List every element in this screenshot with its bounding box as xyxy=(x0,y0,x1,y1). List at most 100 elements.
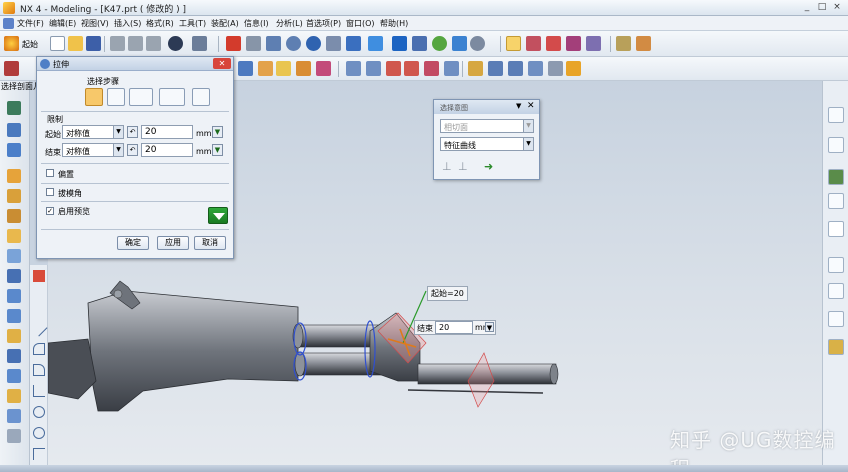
shaded-icon[interactable] xyxy=(392,36,407,51)
offset-checkbox[interactable] xyxy=(46,169,54,177)
circle-icon[interactable] xyxy=(33,406,45,418)
hole-icon[interactable] xyxy=(276,61,291,76)
tube-icon[interactable] xyxy=(7,209,21,223)
revolve-icon[interactable] xyxy=(258,61,273,76)
pocket-icon[interactable] xyxy=(316,61,331,76)
subtract-icon[interactable] xyxy=(488,61,503,76)
menu-format[interactable]: 格式(R) xyxy=(146,18,174,29)
sphere-icon[interactable] xyxy=(7,189,21,203)
paste-icon[interactable] xyxy=(146,36,161,51)
end-callout-value[interactable]: 20 xyxy=(435,321,473,334)
start-mode-select[interactable]: 对称值 ▼ xyxy=(62,125,124,139)
start-icon[interactable] xyxy=(4,36,19,51)
highlight-icon[interactable] xyxy=(546,36,561,51)
menu-preferences[interactable]: 首选项(P) xyxy=(306,18,341,29)
end-mode-select[interactable]: 对称值 ▼ xyxy=(62,143,124,157)
selection-arrow-icon[interactable] xyxy=(506,36,521,51)
ellipse-icon[interactable] xyxy=(33,427,45,439)
next-arrow-icon[interactable]: ➜ xyxy=(484,160,493,173)
hide-icon[interactable] xyxy=(566,36,581,51)
direction-step-icon[interactable] xyxy=(107,88,125,106)
zoom-window-icon[interactable] xyxy=(246,36,261,51)
camera-icon[interactable] xyxy=(470,36,485,51)
boss-icon[interactable] xyxy=(296,61,311,76)
end-callout-arrow-icon[interactable]: ▼ xyxy=(485,322,494,332)
datum-plane-icon[interactable] xyxy=(7,101,21,115)
follow-fillet-icon[interactable]: ⊥ xyxy=(458,160,468,173)
expand-options-button[interactable] xyxy=(208,207,228,224)
trim-body-icon[interactable] xyxy=(424,61,439,76)
layer-icon[interactable] xyxy=(616,36,631,51)
patch-icon[interactable] xyxy=(7,369,21,383)
start-distance-callout[interactable]: 起始=20 xyxy=(427,286,468,301)
edit-object-icon[interactable] xyxy=(636,36,651,51)
snap-point-icon[interactable] xyxy=(526,36,541,51)
end-value-input[interactable]: 20 xyxy=(141,143,193,157)
snap-view-icon[interactable] xyxy=(346,36,361,51)
show-hide-icon[interactable] xyxy=(586,36,601,51)
studio-icon[interactable] xyxy=(452,36,467,51)
line-icon[interactable] xyxy=(30,319,48,337)
start-label[interactable]: 起始 xyxy=(22,39,38,50)
vector-step-icon[interactable] xyxy=(129,88,153,106)
menu-view[interactable]: 视图(V) xyxy=(81,18,109,29)
open-folder-icon[interactable] xyxy=(68,36,83,51)
rotate-icon[interactable] xyxy=(306,36,321,51)
web-browser-icon[interactable] xyxy=(828,169,844,185)
zoom-icon[interactable] xyxy=(266,36,281,51)
ok-button[interactable]: 确定 xyxy=(117,236,149,250)
extrude-icon[interactable] xyxy=(238,61,253,76)
part-navigator-icon[interactable] xyxy=(828,137,844,153)
intersect-icon[interactable] xyxy=(508,61,523,76)
spline-icon[interactable] xyxy=(33,364,45,376)
mirror-icon[interactable] xyxy=(7,269,21,283)
dialog-close-button[interactable]: ✕ xyxy=(213,58,231,69)
menu-analysis[interactable]: 分析(L) xyxy=(276,18,303,29)
sweep-icon[interactable] xyxy=(7,289,21,303)
menu-window[interactable]: 窗口(O) xyxy=(346,18,375,29)
arc-icon[interactable] xyxy=(33,343,45,355)
help-icon[interactable] xyxy=(828,221,844,237)
menu-tools[interactable]: 工具(T) xyxy=(179,18,206,29)
cut-icon[interactable] xyxy=(110,36,125,51)
blend-icon[interactable] xyxy=(7,229,21,243)
chamfer-icon[interactable] xyxy=(366,61,381,76)
preview-checkbox[interactable]: ✓ xyxy=(46,207,54,215)
minimize-button[interactable]: _ xyxy=(800,1,814,14)
start-formula-icon[interactable]: ↶ xyxy=(127,126,138,138)
reuse-library-icon[interactable] xyxy=(828,283,844,299)
cancel-button[interactable]: 取消 xyxy=(194,236,226,250)
scale-icon[interactable] xyxy=(7,329,21,343)
new-file-icon[interactable] xyxy=(50,36,65,51)
face-analysis-icon[interactable] xyxy=(432,36,447,51)
sew-icon[interactable] xyxy=(528,61,543,76)
wireframe-icon[interactable] xyxy=(412,36,427,51)
block-icon[interactable] xyxy=(7,123,21,137)
select-filter-icon[interactable] xyxy=(192,36,207,51)
edge-blend-icon[interactable] xyxy=(346,61,361,76)
draft-icon[interactable] xyxy=(404,61,419,76)
fit-view-icon[interactable] xyxy=(226,36,241,51)
offset-face-icon[interactable] xyxy=(548,61,563,76)
menu-assembly[interactable]: 装配(A) xyxy=(211,18,239,29)
draft-checkbox[interactable] xyxy=(46,188,54,196)
face-rule-select[interactable]: 相切面 ▼ xyxy=(440,119,534,133)
curve-rule-select[interactable]: 特征曲线 ▼ xyxy=(440,137,534,151)
cone-icon[interactable] xyxy=(7,169,21,183)
feature-operation-icon[interactable] xyxy=(566,61,581,76)
start-value-input[interactable]: 20 xyxy=(141,125,193,139)
menu-info[interactable]: 信息(I) xyxy=(244,18,269,29)
menu-insert[interactable]: 插入(S) xyxy=(114,18,141,29)
close-button[interactable]: × xyxy=(830,1,844,14)
replace-face-icon[interactable] xyxy=(7,409,21,423)
apply-button[interactable]: 应用 xyxy=(157,236,189,250)
unite-icon[interactable] xyxy=(468,61,483,76)
draft-feature-icon[interactable] xyxy=(7,249,21,263)
close-icon[interactable]: ✕ xyxy=(527,101,535,111)
dropdown-arrow-icon[interactable]: ▼ xyxy=(516,102,521,110)
wrap-icon[interactable] xyxy=(7,389,21,403)
boolean-step-icon[interactable] xyxy=(159,88,185,106)
assembly-navigator-icon[interactable] xyxy=(828,107,844,123)
process-studio-icon[interactable] xyxy=(828,311,844,327)
fillet-curve-icon[interactable] xyxy=(33,385,45,397)
